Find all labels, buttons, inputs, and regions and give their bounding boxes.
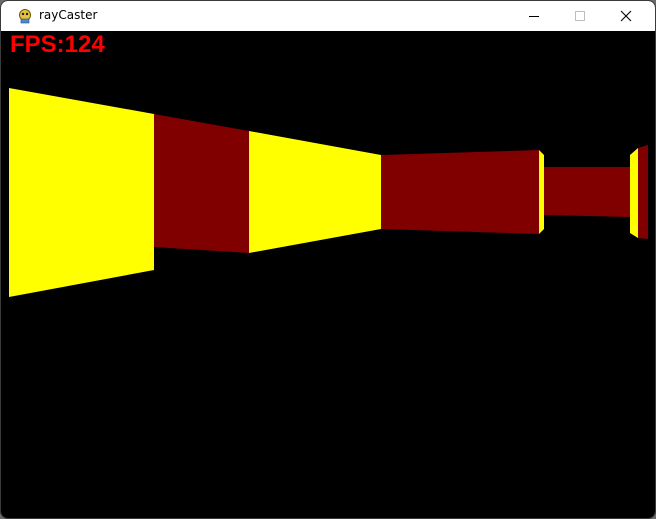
close-button[interactable] bbox=[603, 1, 649, 31]
raycast-scene bbox=[8, 31, 648, 511]
pygame-snake-icon bbox=[19, 9, 31, 24]
app-window: rayCaster FPS:124 bbox=[0, 0, 656, 519]
close-icon bbox=[620, 10, 632, 22]
wall-segment-6 bbox=[544, 167, 630, 217]
wall-segment-8 bbox=[638, 145, 648, 239]
maximize-icon bbox=[575, 11, 585, 21]
wall-segment-5 bbox=[539, 150, 544, 234]
game-viewport[interactable]: FPS:124 bbox=[8, 31, 648, 511]
fps-counter: FPS:124 bbox=[10, 31, 105, 58]
wall-segment-2 bbox=[154, 114, 249, 253]
window-title: rayCaster bbox=[39, 8, 98, 22]
wall-segment-1 bbox=[9, 88, 154, 297]
wall-segment-7 bbox=[630, 148, 638, 238]
title-bar[interactable]: rayCaster bbox=[1, 1, 655, 31]
minimize-icon bbox=[529, 16, 539, 17]
wall-segment-4 bbox=[381, 150, 539, 234]
minimize-button[interactable] bbox=[511, 1, 557, 31]
maximize-button[interactable] bbox=[557, 1, 603, 31]
